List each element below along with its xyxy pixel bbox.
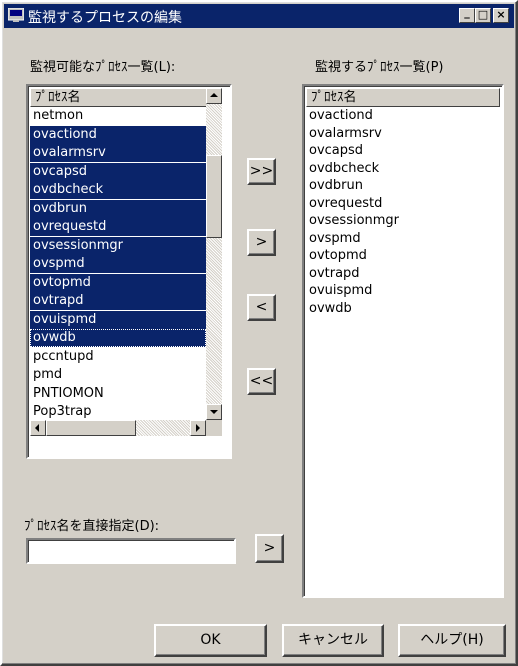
cancel-button[interactable]: キャンセル — [282, 624, 384, 657]
list-item[interactable]: netmon — [30, 107, 206, 125]
list-item[interactable]: ovdbcheck — [30, 181, 206, 199]
list-item[interactable]: ovcapsd — [30, 162, 206, 181]
title-bar[interactable]: 監視するプロセスの編集 _ □ × — [4, 4, 514, 28]
scroll-right-button[interactable] — [190, 420, 206, 436]
maximize-button[interactable]: □ — [475, 8, 491, 23]
list-item[interactable]: ovrequestd — [30, 218, 206, 236]
list-item[interactable]: ovdbrun — [30, 199, 206, 218]
list-item[interactable]: ovsessionmgr — [306, 212, 500, 230]
list-item[interactable]: ovdbrun — [306, 177, 500, 195]
window-icon — [8, 8, 24, 22]
remove-button[interactable]: < — [247, 294, 276, 321]
available-column-header[interactable]: ﾌﾟﾛｾｽ名 — [30, 88, 208, 107]
up-arrow-icon — [210, 93, 218, 97]
add-all-button[interactable]: >> — [247, 158, 276, 185]
close-button[interactable]: × — [493, 8, 509, 23]
list-item[interactable]: ovsessionmgr — [30, 236, 206, 255]
scroll-up-button[interactable] — [206, 88, 222, 104]
list-item[interactable]: pmd — [30, 366, 206, 384]
right-arrow-icon — [196, 424, 200, 432]
monitored-column-header[interactable]: ﾌﾟﾛｾｽ名 — [306, 88, 500, 107]
add-button[interactable]: > — [247, 229, 276, 256]
list-item[interactable]: ovtopmd — [306, 247, 500, 265]
scroll-thumb[interactable] — [206, 155, 222, 238]
list-item[interactable]: ovwdb — [306, 300, 500, 318]
list-item[interactable]: ovactiond — [306, 107, 500, 125]
available-horizontal-scrollbar[interactable] — [30, 420, 206, 436]
remove-all-button[interactable]: << — [247, 368, 276, 395]
direct-entry-label: ﾌﾟﾛｾｽ名を直接指定(D): — [24, 519, 160, 534]
list-item[interactable]: ovwdb — [30, 329, 206, 347]
list-item[interactable]: ovuispmd — [306, 282, 500, 300]
scroll-left-button[interactable] — [30, 420, 46, 436]
minimize-icon: _ — [464, 6, 470, 19]
list-item[interactable]: ovspmd — [306, 230, 500, 248]
monitored-process-list[interactable]: ﾌﾟﾛｾｽ名 ovactiond ovalarmsrv ovcapsd ovdbche… — [302, 84, 504, 598]
down-arrow-icon — [210, 410, 218, 414]
available-vertical-scrollbar[interactable] — [206, 88, 222, 420]
dialog-window: 監視するプロセスの編集 _ □ × 監視可能なﾌﾟﾛｾｽ一覧(L): ﾌﾟﾛｾｽ… — [0, 0, 518, 666]
list-item[interactable]: ovuispmd — [30, 310, 206, 329]
available-list-label: 監視可能なﾌﾟﾛｾｽ一覧(L): — [30, 60, 176, 75]
list-item[interactable]: ovactiond — [30, 125, 206, 144]
list-item[interactable]: ovcapsd — [306, 142, 500, 160]
list-item[interactable]: ovspmd — [30, 255, 206, 273]
list-item[interactable]: ovtrapd — [30, 292, 206, 310]
direct-add-button[interactable]: > — [255, 534, 284, 563]
list-item[interactable]: ovtopmd — [30, 273, 206, 292]
list-item[interactable]: pccntupd — [30, 348, 206, 366]
left-arrow-icon — [35, 424, 39, 432]
list-item[interactable]: ovalarmsrv — [306, 125, 500, 143]
maximize-icon: □ — [477, 8, 489, 21]
direct-process-input[interactable] — [26, 538, 236, 564]
list-item[interactable]: ovalarmsrv — [30, 144, 206, 162]
available-process-list[interactable]: ﾌﾟﾛｾｽ名 netmon ovactiond ovalarmsrv ovcapsd o… — [26, 84, 232, 459]
ok-button[interactable]: OK — [154, 624, 267, 657]
list-item[interactable]: PNTIOMON — [30, 385, 206, 403]
list-item[interactable]: Pop3trap — [30, 403, 206, 421]
list-item[interactable]: ovrequestd — [306, 195, 500, 213]
scrollbar-corner — [206, 420, 222, 436]
minimize-button[interactable]: _ — [459, 6, 475, 23]
list-item[interactable]: ovdbcheck — [306, 160, 500, 178]
scroll-down-button[interactable] — [206, 404, 222, 420]
close-icon: × — [496, 8, 506, 21]
help-button[interactable]: ヘルプ(H) — [398, 624, 506, 657]
list-item[interactable]: ovtrapd — [306, 265, 500, 283]
monitored-list-label: 監視するﾌﾟﾛｾｽ一覧(P) — [315, 60, 444, 75]
horizontal-scroll-thumb[interactable] — [46, 420, 136, 436]
window-title: 監視するプロセスの編集 — [28, 10, 182, 26]
